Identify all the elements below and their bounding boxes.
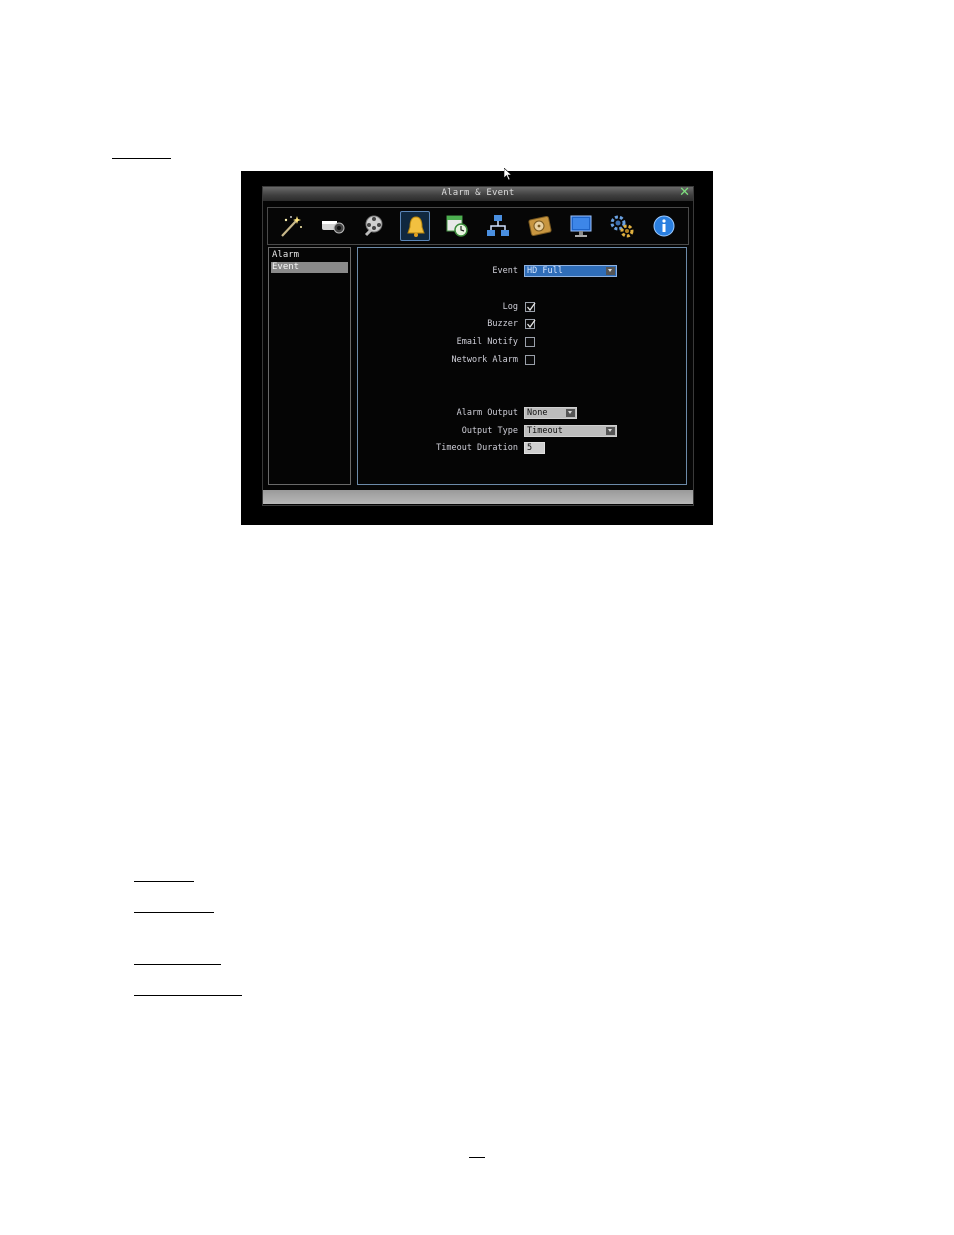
alarm-output-value: None — [527, 408, 548, 418]
menu-icon-bar — [267, 207, 689, 245]
chevron-down-icon — [566, 409, 575, 417]
page-number-underline — [469, 1157, 485, 1158]
item-underline-3 — [134, 964, 221, 965]
dvr-screenshot: Alarm & Event ✕ Alarm Event Event HD Ful… — [241, 168, 713, 525]
status-bar — [263, 490, 693, 504]
system-gears-icon[interactable] — [607, 211, 637, 241]
checkmark-icon — [527, 302, 536, 312]
output-type-label: Output Type — [461, 426, 518, 436]
output-type-select[interactable]: Timeout — [524, 425, 617, 437]
network-alarm-checkbox[interactable] — [525, 355, 535, 365]
timeout-duration-label: Timeout Duration — [436, 443, 518, 453]
event-label: Event — [492, 266, 518, 276]
display-monitor-icon[interactable] — [566, 211, 596, 241]
item-underline-4 — [134, 995, 242, 996]
sidebar: Alarm Event — [268, 247, 351, 485]
item-underline-2 — [134, 912, 214, 913]
chevron-down-icon — [606, 267, 615, 275]
log-checkbox[interactable] — [525, 302, 536, 312]
sidebar-item-alarm[interactable]: Alarm — [271, 250, 348, 261]
alarm-event-window: Alarm & Event ✕ Alarm Event Event HD Ful… — [262, 186, 694, 506]
heading-underline — [112, 158, 171, 159]
record-search-icon[interactable] — [359, 211, 389, 241]
timeout-duration-input[interactable]: 5 — [524, 442, 545, 454]
close-icon[interactable]: ✕ — [679, 186, 690, 200]
buzzer-checkbox[interactable] — [525, 319, 536, 329]
network-alarm-label: Network Alarm — [451, 355, 518, 365]
hard-disk-icon[interactable] — [525, 211, 555, 241]
window-title: Alarm & Event — [441, 188, 515, 198]
event-select-value: HD Full — [527, 266, 563, 276]
event-select[interactable]: HD Full — [524, 265, 617, 277]
chevron-down-icon — [606, 427, 615, 435]
output-type-value: Timeout — [527, 426, 563, 436]
sidebar-item-event[interactable]: Event — [271, 262, 348, 273]
schedule-clock-icon[interactable] — [442, 211, 472, 241]
email-notify-label: Email Notify — [456, 337, 518, 347]
wizard-wand-icon[interactable] — [276, 211, 306, 241]
log-label: Log — [502, 302, 518, 312]
item-underline-1 — [134, 881, 194, 882]
camera-icon[interactable] — [318, 211, 348, 241]
checkmark-icon — [527, 319, 536, 329]
event-settings-panel: Event HD Full Log Buzzer Email Notify Ne… — [357, 247, 687, 485]
info-icon[interactable] — [649, 211, 679, 241]
mouse-cursor-icon — [504, 168, 513, 181]
network-icon[interactable] — [483, 211, 513, 241]
title-bar: Alarm & Event ✕ — [263, 186, 693, 201]
alarm-bell-icon[interactable] — [400, 211, 430, 241]
buzzer-label: Buzzer — [487, 319, 518, 329]
email-notify-checkbox[interactable] — [525, 337, 535, 347]
alarm-output-select[interactable]: None — [524, 407, 577, 419]
alarm-output-label: Alarm Output — [456, 408, 518, 418]
